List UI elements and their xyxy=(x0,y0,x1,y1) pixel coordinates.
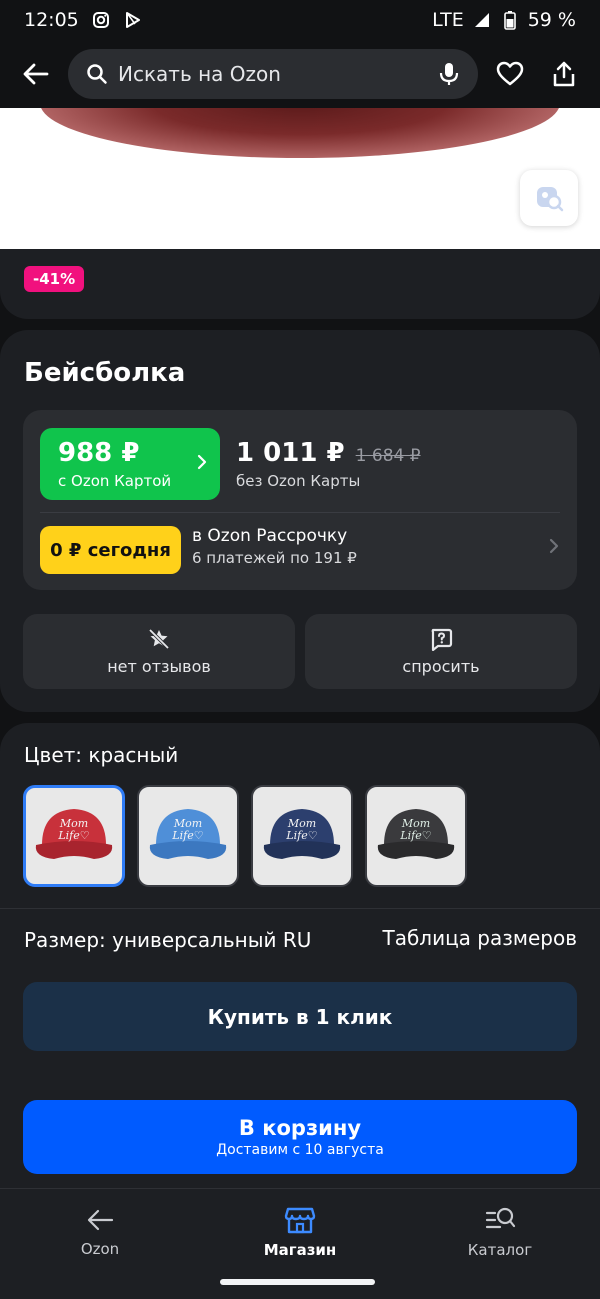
cap-light-blue-image: MomLife♡ xyxy=(149,809,227,859)
heart-icon xyxy=(496,61,524,86)
regular-price-label: без Ozon Карты xyxy=(236,472,361,490)
ask-label: спросить xyxy=(402,657,480,676)
price-box: 988 ₽ с Ozon Картой 1 011 ₽ 1 684 ₽ без … xyxy=(23,410,577,590)
product-image[interactable] xyxy=(0,108,600,249)
installment-subtitle: 6 платежей по 191 ₽ xyxy=(192,549,357,567)
status-right: LTE 59 % xyxy=(432,9,576,31)
share-icon xyxy=(553,61,575,87)
reviews-label: нет отзывов xyxy=(107,657,211,676)
visual-search-icon xyxy=(537,187,564,212)
nav-label-store: Магазин xyxy=(263,1241,337,1259)
back-arrow-icon xyxy=(87,1209,114,1231)
question-icon xyxy=(431,628,453,651)
color-swatch-black[interactable]: Mom Life♡ xyxy=(365,785,467,887)
top-bar: Искать на Ozon xyxy=(0,40,600,108)
cap-red-image: MomLife♡ xyxy=(35,809,113,859)
add-to-cart-label: В корзину xyxy=(238,1116,362,1140)
star-off-icon xyxy=(148,628,170,650)
search-icon xyxy=(87,64,107,84)
ozon-card-price-label: с Ozon Картой xyxy=(58,472,172,490)
svg-text:Life♡: Life♡ xyxy=(399,829,431,842)
play-store-icon xyxy=(123,10,143,30)
chevron-right-icon xyxy=(196,452,208,477)
ozon-card-price-button[interactable]: 988 ₽ с Ozon Картой xyxy=(40,428,220,500)
product-card: Бейсболка 988 ₽ с Ozon Картой 1 011 ₽ 1 … xyxy=(0,330,600,712)
nav-label-ozon: Ozon xyxy=(80,1240,120,1258)
store-icon xyxy=(284,1207,316,1234)
installment-badge: 0 ₽ сегодня xyxy=(40,526,181,574)
cap-navy-image: MomLife♡ xyxy=(263,809,341,859)
price-divider xyxy=(40,512,560,513)
search-input[interactable]: Искать на Ozon xyxy=(68,49,478,99)
installment-row[interactable]: 0 ₽ сегодня в Ozon Рассрочку 6 платежей … xyxy=(40,524,560,576)
discount-badge: -41% xyxy=(24,266,85,292)
reviews-button[interactable]: нет отзывов xyxy=(23,614,295,689)
delivery-label: Доставим с 10 августа xyxy=(216,1142,384,1158)
size-table-link[interactable]: Таблица размеров xyxy=(382,926,577,950)
favorite-button[interactable] xyxy=(488,52,532,96)
nav-item-ozon[interactable]: Ozon xyxy=(30,1199,170,1265)
discount-card: -41% xyxy=(0,249,600,319)
home-indicator[interactable] xyxy=(220,1279,375,1285)
old-price: 1 684 ₽ xyxy=(355,446,421,466)
nav-item-catalog[interactable]: Каталог xyxy=(430,1199,570,1265)
color-swatch-red[interactable]: Mom Life♡ xyxy=(23,785,125,887)
ozon-card-price: 988 ₽ xyxy=(58,438,140,468)
back-arrow-icon xyxy=(23,63,49,85)
network-label: LTE xyxy=(432,9,464,31)
regular-price: 1 011 ₽ xyxy=(236,438,345,468)
ask-button[interactable]: спросить xyxy=(305,614,577,689)
status-bar: 12:05 LTE 59 % xyxy=(0,0,600,40)
color-swatch-light-blue[interactable]: Mom Life♡ xyxy=(137,785,239,887)
regular-price-block: 1 011 ₽ 1 684 ₽ без Ozon Карты xyxy=(236,438,421,490)
signal-icon xyxy=(472,10,492,30)
product-title: Бейсболка xyxy=(24,358,186,388)
add-to-cart-button[interactable]: В корзину Доставим с 10 августа xyxy=(23,1100,577,1174)
svg-text:Life♡: Life♡ xyxy=(285,829,317,842)
cap-black-image: MomLife♡ xyxy=(377,809,455,859)
color-swatches: Mom Life♡ Mom Life♡ Mom Life♡ Mom Life♡ xyxy=(23,785,467,887)
nav-label-catalog: Каталог xyxy=(467,1241,533,1259)
chevron-right-icon xyxy=(548,536,560,561)
microphone-icon[interactable] xyxy=(438,61,460,87)
size-label: Размер: универсальный RU xyxy=(24,928,312,952)
image-search-button[interactable] xyxy=(520,170,578,226)
product-image-cap xyxy=(40,108,560,158)
battery-icon xyxy=(500,10,520,30)
variants-card: Цвет: красный Mom Life♡ Mom Life♡ Mom Life♡… xyxy=(0,723,600,1188)
status-left: 12:05 xyxy=(24,9,143,31)
buy-one-click-label: Купить в 1 клик xyxy=(207,1004,393,1029)
color-swatch-navy[interactable]: Mom Life♡ xyxy=(251,785,353,887)
svg-text:Life♡: Life♡ xyxy=(57,829,89,842)
back-button[interactable] xyxy=(14,52,58,96)
battery-percent: 59 % xyxy=(527,9,576,31)
nav-item-store[interactable]: Магазин xyxy=(230,1199,370,1265)
color-label: Цвет: красный xyxy=(24,743,179,767)
installment-text: в Ozon Рассрочку 6 платежей по 191 ₽ xyxy=(192,526,357,567)
search-placeholder: Искать на Ozon xyxy=(118,62,281,86)
status-time: 12:05 xyxy=(24,9,79,31)
installment-title: в Ozon Рассрочку xyxy=(192,526,348,546)
buy-one-click-button[interactable]: Купить в 1 клик xyxy=(23,982,577,1051)
share-button[interactable] xyxy=(542,52,586,96)
instagram-icon xyxy=(91,10,111,30)
catalog-search-icon xyxy=(485,1207,516,1229)
svg-text:Life♡: Life♡ xyxy=(171,829,203,842)
variants-divider xyxy=(0,908,600,909)
